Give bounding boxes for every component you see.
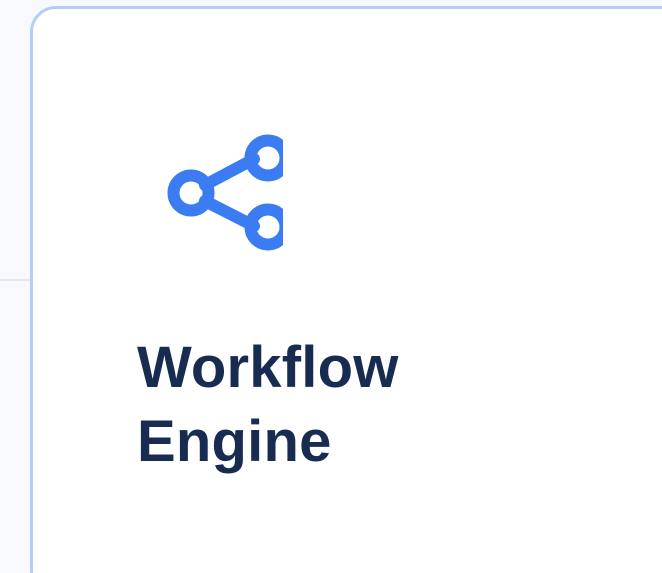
share-nodes-icon	[143, 120, 283, 260]
card-title-line-1: Workflow	[137, 335, 399, 400]
card-title: Workflow Engine	[137, 331, 557, 479]
page-canvas: Workflow Engine	[0, 0, 662, 573]
card-title-line-2: Engine	[137, 409, 332, 474]
feature-card-workflow-engine[interactable]: Workflow Engine	[30, 6, 662, 573]
left-panel-divider	[0, 279, 30, 281]
